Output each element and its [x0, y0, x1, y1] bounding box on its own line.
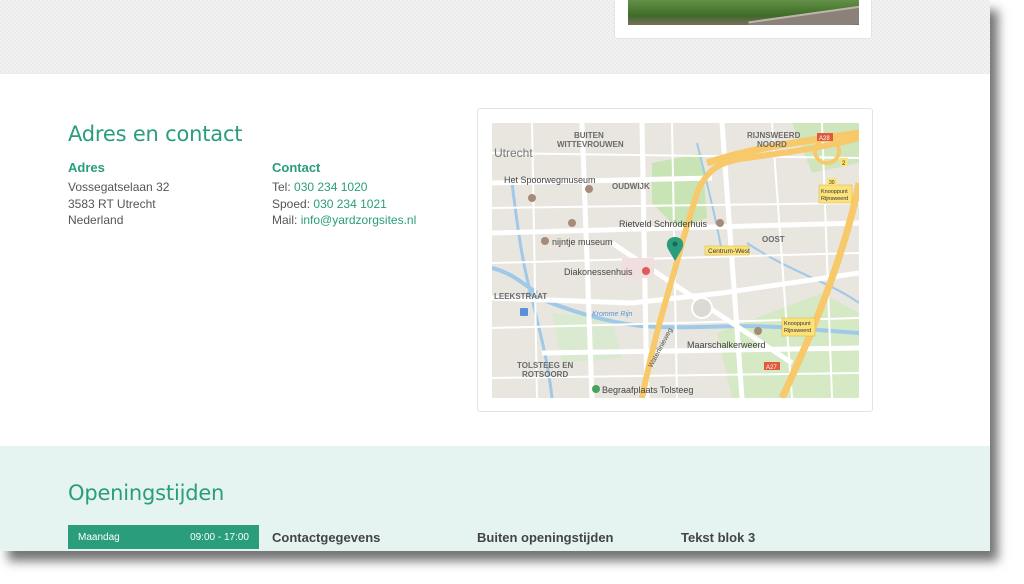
map-label-wittevrouwen: WITTEVROUWEN	[557, 140, 624, 149]
tel-label: Tel:	[272, 180, 291, 194]
map-label-a27: A27	[766, 365, 777, 371]
contact-heading: Contact	[272, 160, 321, 175]
top-image-card	[614, 0, 872, 39]
map-label-30: 30	[829, 180, 835, 186]
map-label-maarschalkerweerd: Maarschalkerweerd	[687, 340, 766, 350]
museum-icon	[716, 219, 724, 227]
address-line2: 3583 RT Utrecht	[68, 196, 156, 211]
map-label-rotsoord: ROTSOORD	[522, 370, 568, 379]
map-label-kromme-rijn: Kromme Rijn	[592, 311, 633, 318]
museum-icon	[568, 219, 576, 227]
address-line3: Nederland	[68, 213, 124, 227]
museum-icon	[541, 237, 549, 245]
map-label-diakonessenhuis: Diakonessenhuis	[564, 267, 633, 277]
map-label-noord: NOORD	[757, 140, 787, 149]
garden-photo	[628, 0, 859, 25]
roundabout	[691, 297, 713, 319]
transit-icon	[520, 308, 528, 316]
map-label-oost: OOST	[762, 235, 785, 244]
map-label-tolsteeg: TOLSTEEG EN	[517, 361, 574, 370]
poi-icon	[754, 327, 762, 335]
museum-icon	[528, 194, 536, 202]
day-row-monday: Maandag 09:00 - 17:00	[68, 525, 259, 549]
top-pattern-band	[0, 0, 990, 74]
map-label-oudwijk: OUDWIJK	[612, 182, 650, 191]
address-line1: Vossegatselaan 32	[68, 180, 170, 194]
contact-block: Tel: 030 234 1020 Spoed: 030 234 1021 Ma…	[272, 179, 416, 229]
spoed-label: Spoed:	[272, 196, 311, 211]
tekst-blok-3-heading: Tekst blok 3	[681, 530, 756, 545]
mail-link[interactable]: info@yardzorgsites.nl	[301, 213, 417, 227]
page: Adres en contact Adres Vossegatselaan 32…	[0, 0, 990, 551]
map-label-spoorwegmuseum: Het Spoorwegmuseum	[504, 175, 596, 185]
day-hours: 09:00 - 17:00	[190, 531, 249, 543]
spoed-link[interactable]: 030 234 1021	[313, 197, 386, 211]
map[interactable]: BUITEN WITTEVROUWEN RIJNSWEERD NOORD OUD…	[492, 123, 859, 398]
museum-icon	[585, 185, 593, 193]
contact-mail: Mail: info@yardzorgsites.nl	[272, 212, 416, 229]
mail-label: Mail:	[272, 213, 298, 227]
map-label-rijnsweerd: RIJNSWEERD	[747, 131, 801, 140]
address-section-title: Adres en contact	[68, 122, 243, 146]
opening-hours-title: Openingstijden	[68, 481, 225, 505]
contact-spoed: Spoed: 030 234 1021	[272, 196, 416, 213]
hospital-icon	[642, 267, 650, 275]
tel-link[interactable]: 030 234 1020	[294, 180, 367, 194]
map-label-a28: A28	[819, 136, 830, 142]
day-label: Maandag	[78, 531, 120, 543]
map-label-rijnsweerd-box-2: Rijnsweerd	[784, 328, 811, 334]
map-label-buiten: BUITEN	[574, 131, 604, 140]
map-label-leekstraat: LEEKSTRAAT	[494, 292, 547, 301]
contactgegevens-heading: Contactgegevens	[272, 530, 381, 545]
map-label-knooppunt-2: Knooppunt	[784, 321, 811, 327]
contact-tel: Tel: 030 234 1020	[272, 179, 416, 196]
map-card: BUITEN WITTEVROUWEN RIJNSWEERD NOORD OUD…	[477, 108, 873, 412]
address-block: Vossegatselaan 32 3583 RT Utrecht Nederl…	[68, 179, 169, 229]
map-label-nijntje: nijntje museum	[552, 237, 613, 247]
map-label-rijnsweerd-box: Rijnsweerd	[821, 196, 848, 202]
address-heading: Adres	[68, 160, 105, 175]
map-label-begraafplaats: Begraafplaats Tolsteeg	[602, 385, 693, 395]
map-label-rietveld: Rietveld Schröderhuis	[619, 219, 708, 229]
buiten-openingstijden-heading: Buiten openingstijden	[477, 530, 614, 545]
map-label-utrecht: Utrecht	[494, 146, 533, 160]
map-label-knooppunt: Knooppunt	[821, 189, 848, 195]
cemetery-icon	[592, 385, 600, 393]
map-label-centrum-west: Centrum-West	[708, 248, 750, 255]
